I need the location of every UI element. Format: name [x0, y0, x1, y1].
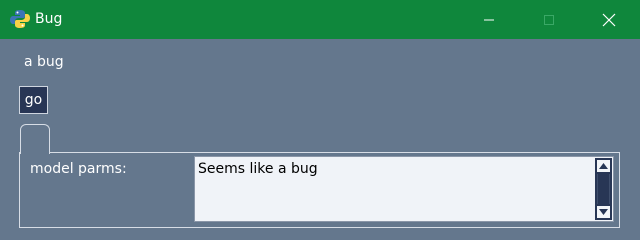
tab[interactable] [20, 124, 50, 154]
python-icon [10, 10, 30, 28]
arrow-up-icon [599, 163, 608, 169]
a-bug-label: a bug [24, 54, 64, 70]
window-title: Bug [35, 11, 63, 27]
minimize-button[interactable] [466, 0, 512, 39]
arrow-down-icon [599, 209, 608, 215]
maximize-icon [544, 14, 554, 25]
scroll-up-button[interactable] [597, 160, 610, 172]
title-bar: Bug [0, 0, 640, 39]
close-icon [602, 13, 616, 26]
textbox-value: Seems like a bug [198, 161, 318, 177]
minimize-icon [484, 19, 494, 20]
model-parms-label: model parms: [30, 161, 127, 177]
go-button[interactable]: go [19, 86, 48, 114]
scroll-down-button[interactable] [597, 206, 610, 218]
maximize-button[interactable] [526, 0, 572, 39]
tab-join [21, 151, 49, 154]
scroll-thumb[interactable] [597, 174, 610, 204]
model-parms-textbox[interactable]: Seems like a bug [194, 156, 614, 222]
close-button[interactable] [586, 0, 632, 39]
vertical-scrollbar[interactable] [595, 158, 612, 220]
